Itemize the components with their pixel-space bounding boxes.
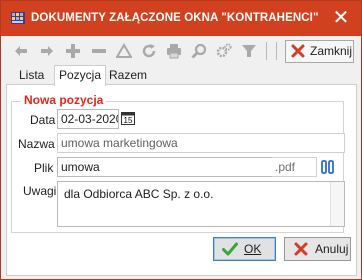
notes-scrollbar[interactable] — [330, 182, 344, 226]
notes-label: Uwagi — [23, 184, 57, 198]
title-bar[interactable]: DOKUMENTY ZAŁĄCZONE OKNA "KONTRAHENCI" ✕ — [1, 1, 361, 36]
tab-pozycja[interactable]: Pozycja — [54, 65, 107, 86]
notes-text: dla Odbiorca ABC Sp. z o.o. — [64, 187, 214, 201]
close-icon[interactable]: ✕ — [328, 6, 354, 30]
file-extension: .pdf — [272, 157, 317, 177]
file-field[interactable]: umowa — [57, 157, 273, 177]
cancel-button-label: Anuluj — [315, 242, 349, 256]
file-browse-icon[interactable] — [321, 159, 335, 175]
cancel-button[interactable]: Anuluj — [284, 237, 351, 261]
tab-razem[interactable]: Razem — [105, 67, 151, 85]
tab-strip: Lista Pozycja Razem — [1, 65, 361, 86]
minus-icon[interactable] — [91, 43, 107, 59]
svg-text:15: 15 — [124, 116, 133, 125]
toolbar: Zamknij — [1, 36, 361, 65]
name-field[interactable]: umowa marketingowa — [57, 133, 345, 153]
triangle-icon[interactable] — [116, 43, 132, 59]
date-label: Data — [30, 113, 56, 127]
tab-lista[interactable]: Lista — [15, 67, 48, 85]
plus-icon[interactable] — [65, 43, 81, 59]
ok-button-label: OK — [244, 242, 262, 256]
name-label: Nazwa — [18, 137, 55, 151]
close-button[interactable]: Zamknij — [285, 40, 354, 63]
toolbar-separator — [266, 42, 267, 60]
zoom-icon[interactable] — [191, 43, 207, 59]
group-title: Nowa pozycja — [21, 93, 107, 107]
calendar-icon[interactable]: 15 — [121, 111, 135, 125]
refresh-icon[interactable] — [141, 43, 157, 59]
app-icon — [11, 12, 25, 24]
date-field[interactable]: 02-03-2020 — [57, 109, 119, 129]
notes-field[interactable]: dla Odbiorca ABC Sp. z o.o. — [57, 181, 345, 227]
file-label: Plik — [34, 161, 54, 175]
close-icon — [291, 44, 305, 58]
arrow-right-icon[interactable] — [39, 43, 55, 59]
gear-icon[interactable] — [216, 43, 232, 59]
close-button-label: Zamknij — [310, 44, 353, 58]
toolbar-separator — [276, 42, 277, 60]
filter-icon[interactable] — [241, 43, 257, 59]
arrow-left-icon[interactable] — [13, 43, 29, 59]
window-title: DOKUMENTY ZAŁĄCZONE OKNA "KONTRAHENCI" — [31, 12, 319, 24]
dialog-window: DOKUMENTY ZAŁĄCZONE OKNA "KONTRAHENCI" ✕ — [0, 0, 362, 280]
ok-button[interactable]: OK — [213, 237, 276, 261]
cancel-icon — [294, 242, 308, 256]
check-icon — [222, 242, 238, 256]
printer-icon[interactable] — [166, 43, 182, 59]
